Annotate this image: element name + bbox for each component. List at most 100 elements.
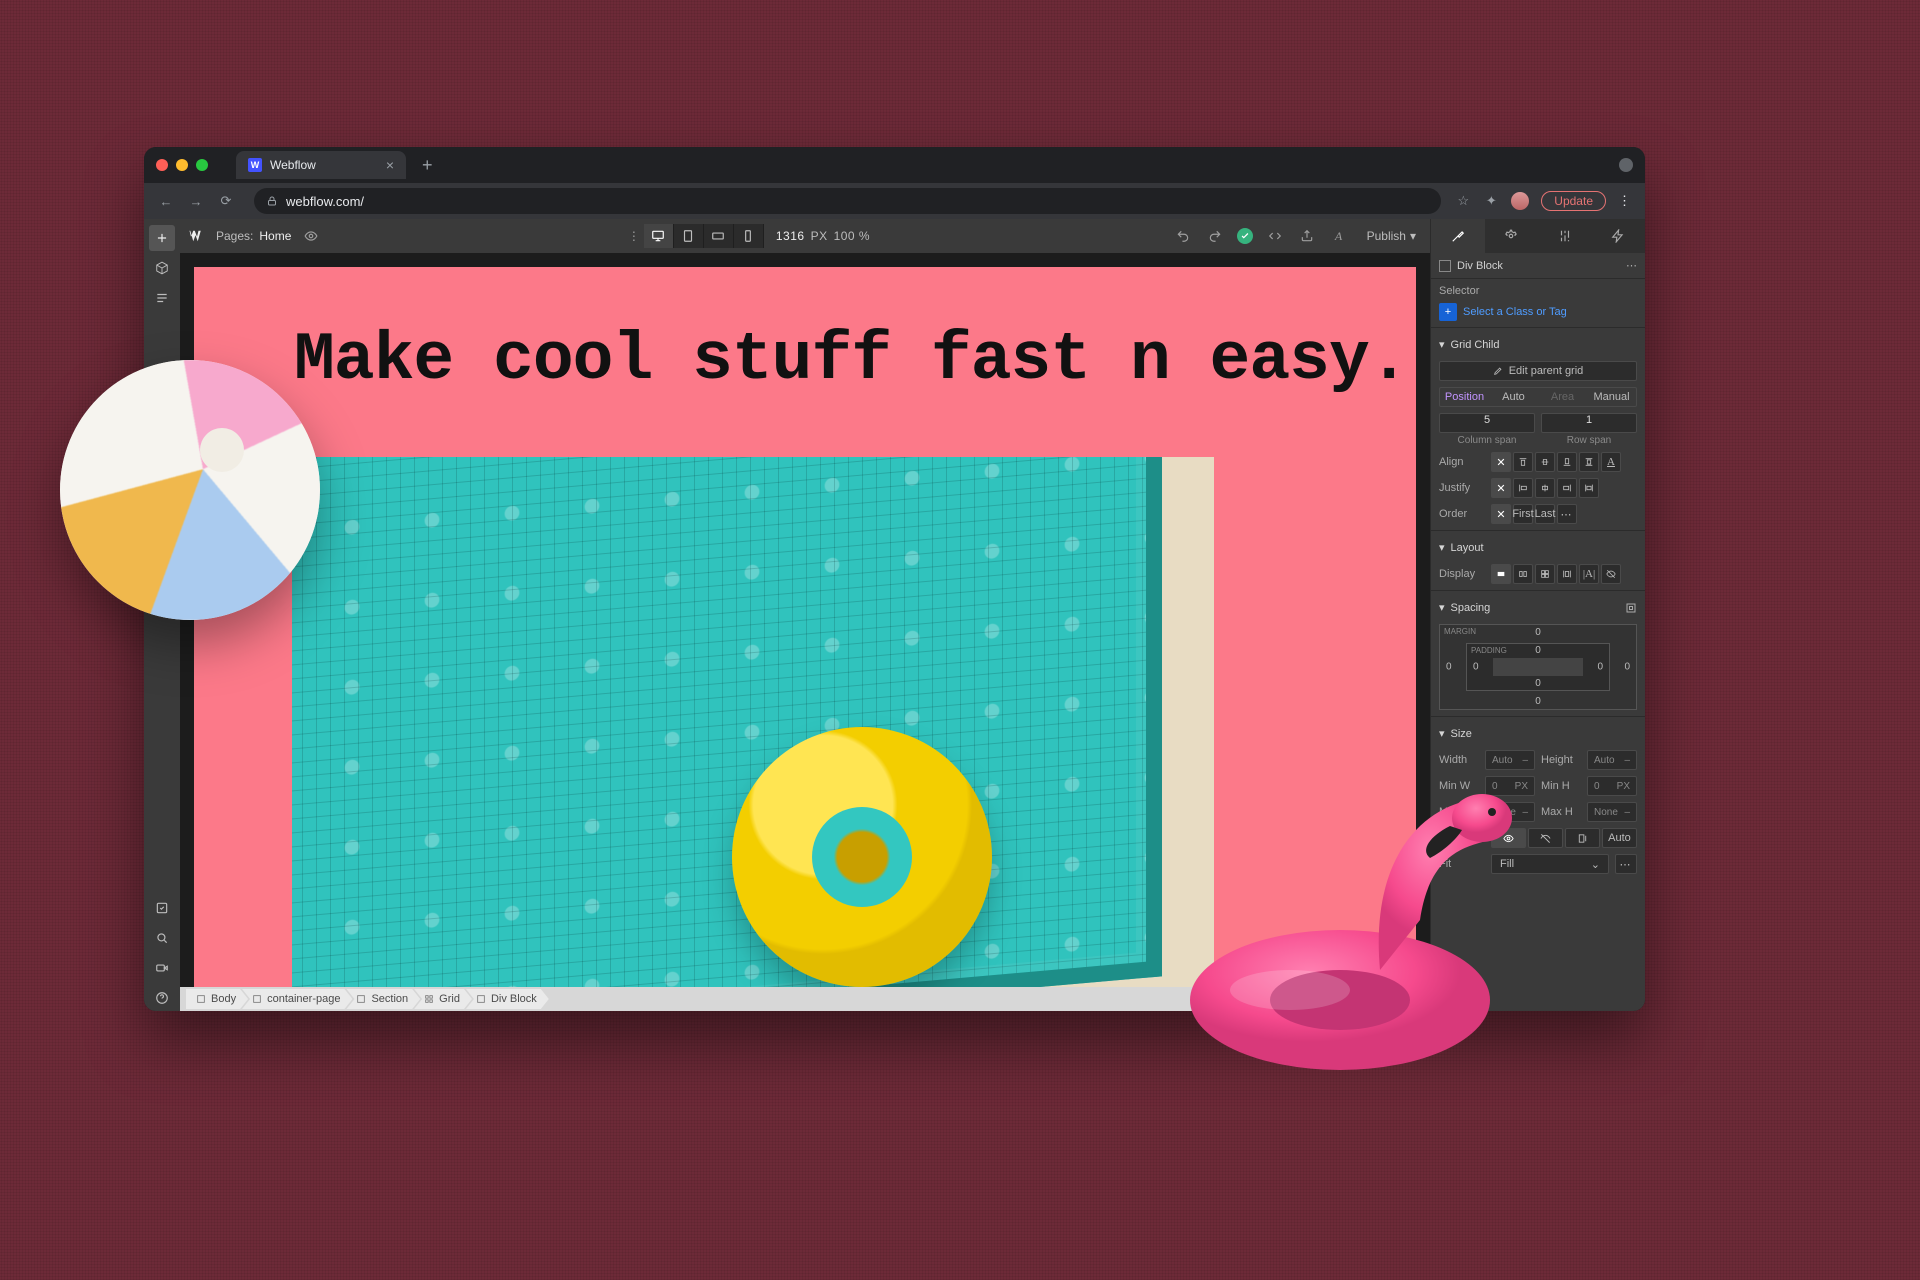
extensions-icon[interactable]: ✦ xyxy=(1483,193,1499,209)
align-end[interactable] xyxy=(1557,452,1577,472)
grid-position-tabs[interactable]: Position Auto Area Manual xyxy=(1439,387,1637,407)
justify-stretch[interactable] xyxy=(1579,478,1599,498)
breakpoint-desktop[interactable] xyxy=(644,224,674,248)
width-input[interactable]: Auto– xyxy=(1485,750,1535,770)
tab-element[interactable] xyxy=(1592,219,1646,253)
align-stretch[interactable] xyxy=(1579,452,1599,472)
spacing-editor[interactable]: MARGIN 0 0 0 0 PADDING 0 0 0 0 xyxy=(1439,624,1637,710)
order-auto[interactable]: ✕ xyxy=(1491,504,1511,524)
nav-reload-icon[interactable]: ⟳ xyxy=(218,193,234,209)
display-inline[interactable]: |A| xyxy=(1579,564,1599,584)
headline-text[interactable]: Make cool stuff fast n easy. xyxy=(294,322,1409,399)
toolbar-menu-icon[interactable]: ⋮ xyxy=(624,226,644,246)
justify-end[interactable] xyxy=(1557,478,1577,498)
tab-position[interactable]: Position xyxy=(1440,388,1489,406)
row-span-input[interactable]: 1 xyxy=(1541,413,1637,433)
minh-input[interactable]: 0PX xyxy=(1587,776,1637,796)
display-flex[interactable] xyxy=(1513,564,1533,584)
display-grid[interactable] xyxy=(1535,564,1555,584)
navigator-button[interactable] xyxy=(149,285,175,311)
symbols-button[interactable] xyxy=(149,255,175,281)
minimize-window-button[interactable] xyxy=(176,159,188,171)
justify-auto[interactable]: ✕ xyxy=(1491,478,1511,498)
video-button[interactable] xyxy=(149,955,175,981)
new-tab-button[interactable]: + xyxy=(422,155,433,176)
order-first[interactable]: First xyxy=(1513,504,1533,524)
breakpoint-tablet[interactable] xyxy=(674,224,704,248)
code-export-icon[interactable] xyxy=(1265,226,1285,246)
breadcrumb-item[interactable]: Section xyxy=(346,989,420,1009)
element-menu-icon[interactable]: ⋯ xyxy=(1626,259,1637,272)
section-header[interactable]: ▾Grid Child xyxy=(1439,334,1637,355)
tab-overflow-icon[interactable] xyxy=(1619,158,1633,172)
webflow-logo-icon[interactable] xyxy=(188,227,206,245)
browser-update-button[interactable]: Update xyxy=(1541,191,1606,211)
order-more[interactable]: ⋯ xyxy=(1557,504,1577,524)
align-auto[interactable]: ✕ xyxy=(1491,452,1511,472)
redo-icon[interactable] xyxy=(1205,226,1225,246)
align-baseline[interactable]: A xyxy=(1601,452,1621,472)
browser-tab[interactable]: W Webflow × xyxy=(236,151,406,179)
pool-image[interactable] xyxy=(292,457,1214,987)
nav-forward-icon[interactable]: → xyxy=(188,194,204,209)
display-inline-block[interactable] xyxy=(1557,564,1577,584)
canvas[interactable]: Make cool stuff fast n easy. xyxy=(180,253,1430,987)
align-center[interactable] xyxy=(1535,452,1555,472)
undo-icon[interactable] xyxy=(1173,226,1193,246)
artboard[interactable]: Make cool stuff fast n easy. xyxy=(194,267,1416,987)
display-block[interactable] xyxy=(1491,564,1511,584)
pages-dropdown[interactable]: Pages: Home xyxy=(216,229,291,243)
share-icon[interactable] xyxy=(1297,226,1317,246)
column-span-input[interactable]: 5 xyxy=(1439,413,1535,433)
maxh-input[interactable]: None– xyxy=(1587,802,1637,822)
overflow-scroll[interactable] xyxy=(1565,828,1600,848)
tab-settings[interactable] xyxy=(1485,219,1539,253)
tab-style[interactable] xyxy=(1431,219,1485,253)
maximize-window-button[interactable] xyxy=(196,159,208,171)
justify-start[interactable] xyxy=(1513,478,1533,498)
bookmark-icon[interactable]: ☆ xyxy=(1455,193,1471,209)
overflow-hidden[interactable] xyxy=(1528,828,1563,848)
profile-avatar[interactable] xyxy=(1511,192,1529,210)
breakpoint-mobile-landscape[interactable] xyxy=(704,224,734,248)
add-element-button[interactable] xyxy=(149,225,175,251)
align-start[interactable] xyxy=(1513,452,1533,472)
tab-auto[interactable]: Auto xyxy=(1489,388,1538,406)
audit-button[interactable] xyxy=(149,895,175,921)
overflow-visible[interactable] xyxy=(1491,828,1526,848)
breadcrumb-item[interactable]: Div Block xyxy=(466,989,549,1009)
nav-back-icon[interactable]: ← xyxy=(158,194,174,209)
tab-area[interactable]: Area xyxy=(1538,388,1587,406)
breadcrumb-item[interactable]: Grid xyxy=(414,989,472,1009)
display-none[interactable] xyxy=(1601,564,1621,584)
text-styles-icon[interactable]: A xyxy=(1329,226,1349,246)
breadcrumb-item[interactable]: Body xyxy=(186,989,248,1009)
fit-more[interactable]: ⋯ xyxy=(1615,854,1637,874)
section-header[interactable]: ▾Spacing xyxy=(1439,597,1637,618)
close-window-button[interactable] xyxy=(156,159,168,171)
preview-icon[interactable] xyxy=(301,226,321,246)
section-header[interactable]: ▾Layout xyxy=(1439,537,1637,558)
fit-select[interactable]: Fill⌄ xyxy=(1491,854,1609,874)
breadcrumb-item[interactable]: container-page xyxy=(242,989,352,1009)
spacing-settings-icon[interactable] xyxy=(1625,602,1637,614)
maxw-input[interactable]: None– xyxy=(1485,802,1535,822)
close-tab-icon[interactable]: × xyxy=(386,157,394,173)
status-ok-icon[interactable] xyxy=(1237,228,1253,244)
section-header[interactable]: ▾Size xyxy=(1439,723,1637,744)
search-button[interactable] xyxy=(149,925,175,951)
justify-center[interactable] xyxy=(1535,478,1555,498)
height-input[interactable]: Auto– xyxy=(1587,750,1637,770)
publish-button[interactable]: Publish ▾ xyxy=(1361,227,1422,245)
breakpoint-mobile[interactable] xyxy=(734,224,764,248)
selector-input[interactable]: + Select a Class or Tag xyxy=(1439,303,1637,321)
edit-parent-grid-button[interactable]: Edit parent grid xyxy=(1439,361,1637,381)
browser-menu-icon[interactable]: ⋮ xyxy=(1618,193,1631,209)
order-last[interactable]: Last xyxy=(1535,504,1555,524)
minw-input[interactable]: 0PX xyxy=(1485,776,1535,796)
overflow-auto[interactable]: Auto xyxy=(1602,828,1637,848)
help-button[interactable] xyxy=(149,985,175,1011)
address-bar[interactable]: webflow.com/ xyxy=(254,188,1441,214)
tab-interactions[interactable] xyxy=(1538,219,1592,253)
tab-manual[interactable]: Manual xyxy=(1587,388,1636,406)
